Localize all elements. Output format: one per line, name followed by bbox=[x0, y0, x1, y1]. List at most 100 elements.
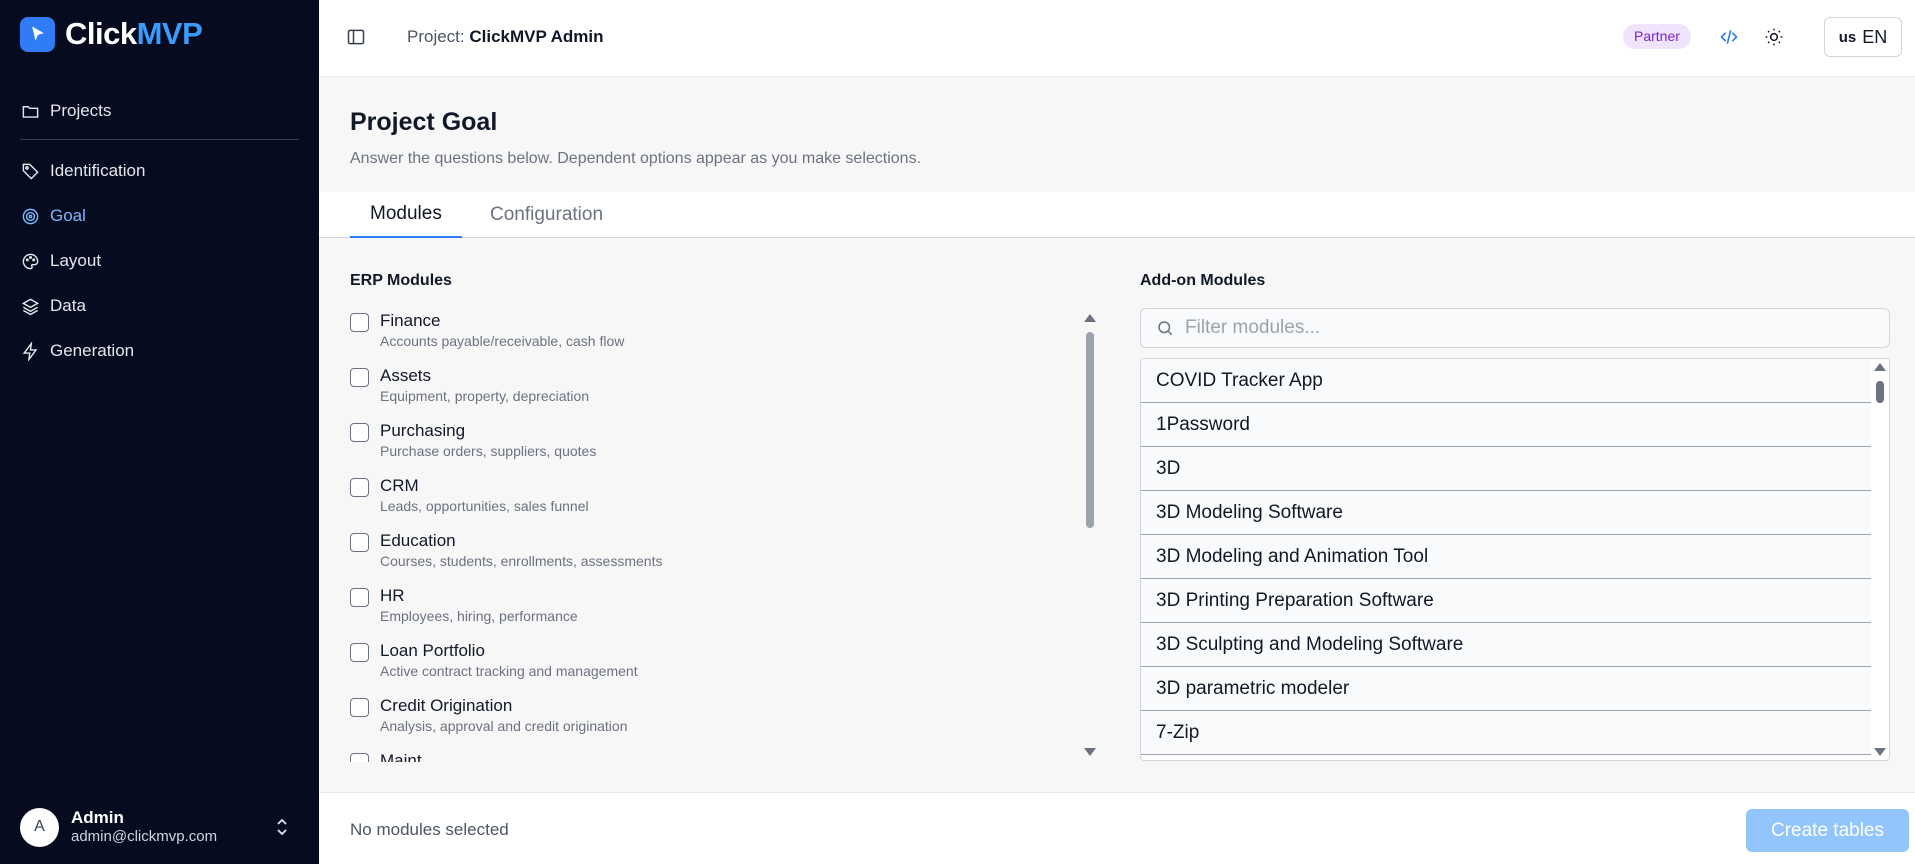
folder-icon bbox=[20, 101, 40, 121]
erp-module-desc: Leads, opportunities, sales funnel bbox=[380, 498, 589, 514]
create-tables-button[interactable]: Create tables bbox=[1746, 809, 1909, 852]
scroll-down-arrow-icon[interactable] bbox=[1874, 748, 1886, 756]
addon-module-list: COVID Tracker App 1Password 3D 3D Modeli… bbox=[1140, 358, 1890, 761]
nav-identification-label: Identification bbox=[50, 161, 146, 180]
page-subtitle: Answer the questions below. Dependent op… bbox=[350, 150, 922, 167]
sun-icon[interactable] bbox=[1763, 26, 1785, 48]
top-header: Project: ClickMVP Admin Partner us EN bbox=[319, 0, 1915, 77]
addon-item[interactable]: 3D Sculpting and Modeling Software bbox=[1141, 623, 1871, 667]
sidebar-toggle-icon[interactable] bbox=[345, 26, 367, 48]
erp-module-hr[interactable]: HR Employees, hiring, performance bbox=[350, 585, 1080, 640]
erp-module-desc: Employees, hiring, performance bbox=[380, 608, 578, 624]
footer-bar: No modules selected Create tables bbox=[319, 792, 1915, 864]
erp-modules-title: ERP Modules bbox=[350, 272, 452, 289]
erp-module-name: Loan Portfolio bbox=[380, 641, 485, 660]
erp-module-name: Credit Origination bbox=[380, 696, 513, 715]
brand-logo-link[interactable]: ClickMVP bbox=[20, 16, 203, 52]
user-name: Admin bbox=[71, 808, 124, 827]
nav-data[interactable]: Data bbox=[20, 291, 86, 321]
tag-icon bbox=[20, 161, 40, 181]
erp-module-desc: Equipment, property, depreciation bbox=[380, 388, 590, 404]
scroll-up-arrow-icon[interactable] bbox=[1084, 314, 1096, 322]
tab-bar: Modules Configuration bbox=[319, 192, 1915, 238]
addon-item[interactable]: COVID Tracker App bbox=[1141, 359, 1871, 403]
code-icon[interactable] bbox=[1718, 26, 1740, 48]
nav-goal-label: Goal bbox=[50, 206, 86, 225]
erp-module-finance[interactable]: Finance Accounts payable/receivable, cas… bbox=[350, 310, 1080, 365]
erp-module-list: Finance Accounts payable/receivable, cas… bbox=[350, 310, 1080, 762]
nav-identification[interactable]: Identification bbox=[20, 156, 145, 186]
tab-modules[interactable]: Modules bbox=[350, 192, 462, 238]
sidebar: ClickMVP Projects Identification Goal La… bbox=[0, 0, 319, 864]
nav-projects-label: Projects bbox=[50, 101, 112, 120]
nav-layout[interactable]: Layout bbox=[20, 246, 101, 276]
nav-projects[interactable]: Projects bbox=[20, 96, 111, 126]
project-name: ClickMVP Admin bbox=[469, 27, 604, 46]
erp-scroll-thumb[interactable] bbox=[1086, 332, 1094, 528]
tab-configuration[interactable]: Configuration bbox=[470, 192, 623, 238]
flag-icon: us bbox=[1838, 28, 1857, 46]
assets-checkbox[interactable] bbox=[350, 368, 369, 387]
filter-modules-input[interactable] bbox=[1185, 317, 1875, 339]
addon-item[interactable]: 3D Modeling Software bbox=[1141, 491, 1871, 535]
addon-scrollbar[interactable] bbox=[1871, 359, 1889, 760]
partner-badge: Partner bbox=[1623, 24, 1691, 49]
purchasing-checkbox[interactable] bbox=[350, 423, 369, 442]
addon-item[interactable]: 3D parametric modeler bbox=[1141, 667, 1871, 711]
selection-status: No modules selected bbox=[350, 820, 509, 839]
erp-module-name: Purchasing bbox=[380, 421, 466, 440]
brand-name: ClickMVP bbox=[65, 16, 203, 52]
maint-checkbox[interactable] bbox=[350, 753, 369, 762]
erp-scrollbar[interactable] bbox=[1083, 310, 1097, 760]
nav-generation-label: Generation bbox=[50, 341, 135, 360]
target-icon bbox=[20, 206, 40, 226]
user-email: admin@clickmvp.com bbox=[71, 828, 218, 845]
layers-icon bbox=[20, 296, 40, 316]
nav-data-label: Data bbox=[50, 296, 86, 315]
scroll-down-arrow-icon[interactable] bbox=[1084, 748, 1096, 756]
avatar: A bbox=[20, 807, 59, 847]
erp-module-credit-origination[interactable]: Credit Origination Analysis, approval an… bbox=[350, 695, 1080, 750]
erp-module-desc: Analysis, approval and credit originatio… bbox=[380, 718, 628, 734]
erp-module-name: Education bbox=[380, 531, 456, 550]
erp-module-desc: Active contract tracking and management bbox=[380, 663, 638, 679]
erp-module-education[interactable]: Education Courses, students, enrollments… bbox=[350, 530, 1080, 585]
loan-portfolio-checkbox[interactable] bbox=[350, 643, 369, 662]
erp-module-name: Maint bbox=[380, 751, 422, 762]
finance-checkbox[interactable] bbox=[350, 313, 369, 332]
page-title: Project Goal bbox=[350, 108, 498, 136]
addon-item[interactable]: 7-Zip bbox=[1141, 711, 1871, 755]
chevrons-up-down-icon[interactable] bbox=[272, 815, 292, 839]
erp-module-crm[interactable]: CRM Leads, opportunities, sales funnel bbox=[350, 475, 1080, 530]
erp-module-desc: Accounts payable/receivable, cash flow bbox=[380, 333, 625, 349]
language-selector[interactable]: us EN bbox=[1824, 17, 1902, 57]
nav-generation[interactable]: Generation bbox=[20, 336, 134, 366]
erp-module-desc: Purchase orders, suppliers, quotes bbox=[380, 443, 597, 459]
erp-module-name: HR bbox=[380, 586, 405, 605]
addon-item[interactable]: 3D Printing Preparation Software bbox=[1141, 579, 1871, 623]
user-menu[interactable]: A Admin admin@clickmvp.com bbox=[20, 805, 300, 849]
erp-module-maint[interactable]: Maint bbox=[350, 750, 1080, 762]
erp-module-assets[interactable]: Assets Equipment, property, depreciation bbox=[350, 365, 1080, 420]
palette-icon bbox=[20, 251, 40, 271]
scroll-up-arrow-icon[interactable] bbox=[1874, 363, 1886, 371]
credit-origination-checkbox[interactable] bbox=[350, 698, 369, 717]
erp-module-name: Assets bbox=[380, 366, 432, 385]
erp-module-name: Finance bbox=[380, 311, 441, 330]
erp-module-loan-portfolio[interactable]: Loan Portfolio Active contract tracking … bbox=[350, 640, 1080, 695]
hr-checkbox[interactable] bbox=[350, 588, 369, 607]
erp-module-purchasing[interactable]: Purchasing Purchase orders, suppliers, q… bbox=[350, 420, 1080, 475]
nav-goal[interactable]: Goal bbox=[20, 201, 86, 231]
addon-scroll-thumb[interactable] bbox=[1876, 381, 1884, 403]
addon-item[interactable]: 3D Modeling and Animation Tool bbox=[1141, 535, 1871, 579]
sidebar-divider bbox=[20, 139, 299, 140]
filter-modules-box bbox=[1140, 308, 1890, 348]
erp-module-desc: Courses, students, enrollments, assessme… bbox=[380, 553, 663, 569]
language-code: EN bbox=[1862, 26, 1888, 47]
erp-module-name: CRM bbox=[380, 476, 419, 495]
addon-item[interactable]: 3D bbox=[1141, 447, 1871, 491]
search-icon bbox=[1155, 318, 1175, 338]
crm-checkbox[interactable] bbox=[350, 478, 369, 497]
addon-item[interactable]: 1Password bbox=[1141, 403, 1871, 447]
education-checkbox[interactable] bbox=[350, 533, 369, 552]
